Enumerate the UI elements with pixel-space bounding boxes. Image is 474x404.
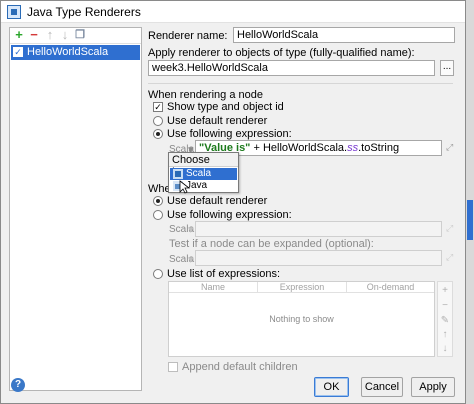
expand-editor-icon[interactable]: ⤢ [446,142,456,152]
show-type-label: Show type and object id [167,101,284,113]
ok-button[interactable]: OK [314,377,349,397]
background-selection [467,200,473,240]
list-toolbar: + − ↑ ↓ ❐ [10,28,141,44]
list-item[interactable]: ✓ HelloWorldScala [11,45,140,60]
empty-table-message: Nothing to show [269,314,334,324]
enabled-checkbox[interactable]: ✓ [13,47,23,57]
separator [148,83,453,84]
cancel-button[interactable]: Cancel [361,377,403,397]
background-window-edge [466,0,474,404]
remove-icon[interactable]: − [28,28,40,41]
move-down-icon[interactable]: ↓ [59,28,71,41]
expressions-table: Name Expression On-demand Nothing to sho… [168,281,435,357]
expand-editor-icon: ⤢ [446,223,454,233]
copy-icon[interactable]: ❐ [74,29,86,41]
language-option-scala[interactable]: Scala [170,168,237,180]
add-icon[interactable]: + [13,28,25,41]
expression-list-radio[interactable] [153,269,163,279]
expand-default-radio[interactable] [153,196,163,206]
move-up-icon: ↑ [442,329,448,340]
test-expandable-label: Test if a node can be expanded (optional… [169,238,374,250]
show-type-checkbox[interactable]: ✓ [153,102,163,112]
renderer-name-label: Renderer name: [148,30,228,42]
renderer-name-field[interactable]: HelloWorldScala [233,27,455,43]
title-bar: Java Type Renderers [1,1,465,23]
help-icon[interactable]: ? [11,378,25,392]
browse-type-button[interactable]: ... [440,60,454,76]
render-expression-radio[interactable] [153,129,163,139]
test-expression-field [195,250,442,266]
scala-icon [173,169,183,179]
expand-expression-field [195,221,442,237]
table-toolbar: + − ✎ ↑ ↓ [437,281,453,357]
window-title: Java Type Renderers [27,5,141,19]
column-header: Name [169,282,258,293]
apply-to-label: Apply renderer to objects of type (fully… [148,47,415,59]
expand-expression-radio[interactable] [153,210,163,220]
expression-tail: .toString [358,142,400,154]
append-children-checkbox[interactable] [168,362,178,372]
add-icon: + [442,285,448,296]
move-down-icon: ↓ [442,343,448,354]
mouse-cursor-icon [179,180,191,194]
expression-list-label: Use list of expressions: [167,268,281,280]
dialog-window: Java Type Renderers + − ↑ ↓ ❐ ✓ HelloWor… [0,0,466,404]
render-expression-label: Use following expression: [167,128,292,140]
expand-expression-label: Use following expression: [167,209,292,221]
expression-text: + HelloWorldScala. [250,142,348,154]
chevron-down-icon: ▾ [188,224,194,236]
remove-icon: − [442,300,448,311]
rendering-section-label: When rendering a node [148,89,263,101]
move-up-icon[interactable]: ↑ [44,28,56,41]
apply-button[interactable]: Apply [411,377,455,397]
expand-default-label: Use default renderer [167,195,268,207]
column-header: Expression [258,282,347,293]
render-default-radio[interactable] [153,116,163,126]
type-name-field[interactable]: week3.HelloWorldScala [148,60,435,76]
expand-editor-icon: ⤢ [446,252,454,262]
column-header: On-demand [347,282,434,293]
renderer-list-panel: + − ↑ ↓ ❐ ✓ HelloWorldScala [9,27,142,391]
render-default-label: Use default renderer [167,115,268,127]
expression-field: ss [347,142,359,154]
chevron-down-icon: ▾ [188,254,194,266]
language-option-label: Scala [186,168,212,179]
edit-icon: ✎ [440,315,450,326]
app-icon [7,5,21,19]
popup-title: Choose Language [169,153,238,178]
append-children-label: Append default children [182,361,298,373]
list-item-label: HelloWorldScala [27,46,109,58]
